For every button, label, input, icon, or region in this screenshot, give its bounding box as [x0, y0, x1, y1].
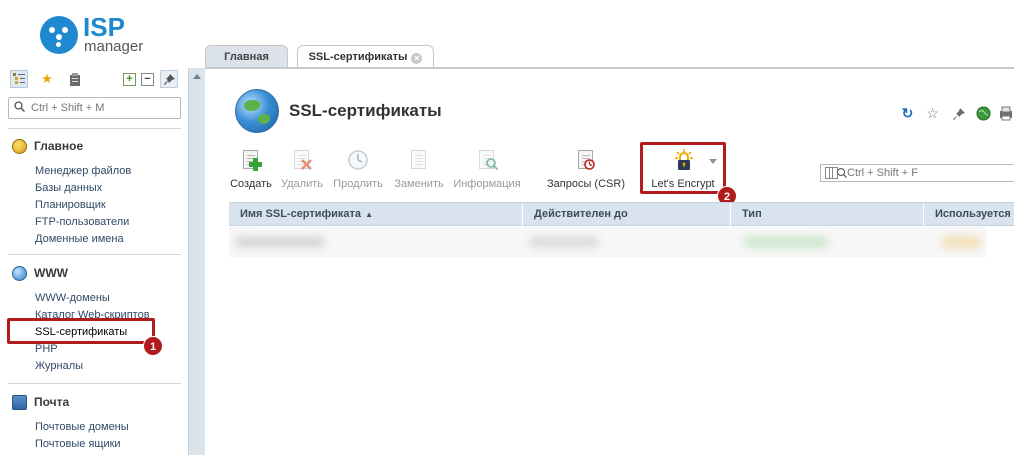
table-header: Имя SSL-сертификата ▲ Действителен до Тип… [229, 202, 1014, 226]
create-button[interactable]: Создать [229, 149, 273, 193]
main-content: SSL-сертификаты ↻ ☆ Создать Удалить Прод… [205, 68, 1014, 455]
replace-icon [406, 149, 432, 173]
home-icon [12, 138, 27, 154]
highlight-box-lets-encrypt [640, 142, 726, 194]
sidebar-item-www-domains[interactable]: WWW-домены [35, 290, 150, 307]
tab-ssl-certificates[interactable]: SSL-сертификаты ✕ [297, 45, 434, 69]
sort-ascending-icon: ▲ [365, 210, 373, 219]
table-row[interactable] [229, 227, 986, 257]
renew-icon [345, 149, 371, 173]
isp-manager-logo[interactable]: ISP manager [40, 12, 160, 58]
expand-all-icon[interactable]: + [123, 73, 136, 86]
clipboard-icon[interactable] [66, 70, 84, 88]
csr-requests-button[interactable]: Запросы (CSR) [544, 149, 628, 193]
sidebar-item-mail-domains[interactable]: Почтовые домены [35, 419, 129, 436]
delete-button[interactable]: Удалить [281, 149, 323, 193]
tab-bar: Главная SSL-сертификаты ✕ [205, 0, 1014, 69]
nav-section-header[interactable]: WWW [12, 265, 150, 281]
highlight-box-ssl-menu [7, 318, 155, 344]
info-icon [474, 149, 500, 173]
logo-mark-icon [40, 16, 78, 54]
csr-icon [573, 149, 599, 173]
create-certificate-icon [238, 149, 264, 173]
search-icon [836, 165, 847, 184]
ssl-globe-icon [235, 89, 279, 133]
replace-button[interactable]: Заменить [392, 149, 446, 193]
tree-view-icon[interactable] [10, 70, 28, 88]
nav-section-main: Главное Менеджер файлов Базы данных План… [12, 138, 131, 248]
divider [8, 383, 181, 384]
column-header-valid-until[interactable]: Действителен до [523, 203, 731, 226]
favorite-star-icon[interactable]: ☆ [924, 105, 941, 122]
sidebar-item-mailboxes[interactable]: Почтовые ящики [35, 436, 129, 453]
left-panel: ISP manager ★ + − Главное Менеджер файло… [0, 0, 188, 455]
collapse-arrow-icon[interactable] [193, 74, 201, 79]
search-icon [14, 101, 26, 115]
column-header-name[interactable]: Имя SSL-сертификата ▲ [229, 203, 523, 226]
step-badge-1: 1 [143, 336, 163, 356]
panel-splitter[interactable] [188, 68, 205, 455]
grid-filter[interactable] [820, 164, 1014, 182]
sidebar-item-logs[interactable]: Журналы [35, 358, 150, 375]
blurred-cell [235, 236, 325, 248]
sidebar-toolbar: ★ + − [10, 70, 182, 92]
www-globe-icon [12, 265, 27, 281]
sidebar-search-input[interactable] [31, 100, 176, 116]
refresh-icon[interactable]: ↻ [899, 105, 916, 122]
renew-button[interactable]: Продлить [333, 149, 383, 193]
nav-section-mail: Почта Почтовые домены Почтовые ящики [12, 394, 129, 453]
info-button[interactable]: Информация [452, 149, 522, 193]
nav-section-header[interactable]: Главное [12, 138, 131, 154]
favorites-star-icon[interactable]: ★ [38, 70, 56, 88]
delete-icon [289, 149, 315, 173]
sidebar-item-scheduler[interactable]: Планировщик [35, 197, 131, 214]
blurred-cell [941, 236, 981, 248]
page-title: SSL-сертификаты [289, 101, 442, 120]
divider [8, 254, 181, 255]
nav-section-header[interactable]: Почта [12, 394, 129, 410]
logo-subtext: manager [84, 38, 144, 55]
pin-icon[interactable] [950, 105, 967, 122]
sidebar-search[interactable] [8, 97, 181, 119]
blurred-cell [743, 236, 829, 248]
blurred-cell [529, 236, 599, 248]
sidebar-item-ftp-users[interactable]: FTP-пользователи [35, 214, 131, 231]
column-header-type[interactable]: Тип [731, 203, 924, 226]
pin-icon[interactable] [160, 70, 178, 88]
grid-search-input[interactable] [847, 166, 1014, 180]
sidebar-item-databases[interactable]: Базы данных [35, 180, 131, 197]
tab-home[interactable]: Главная [205, 45, 288, 68]
help-globe-icon[interactable] [975, 105, 992, 122]
mail-icon [12, 394, 27, 410]
close-tab-icon[interactable]: ✕ [411, 53, 423, 64]
divider [8, 128, 181, 129]
sidebar-item-file-manager[interactable]: Менеджер файлов [35, 163, 131, 180]
sidebar-item-domain-names[interactable]: Доменные имена [35, 231, 131, 248]
collapse-all-icon[interactable]: − [141, 73, 154, 86]
print-icon[interactable] [998, 105, 1012, 122]
column-header-used[interactable]: Используется [924, 203, 1014, 226]
